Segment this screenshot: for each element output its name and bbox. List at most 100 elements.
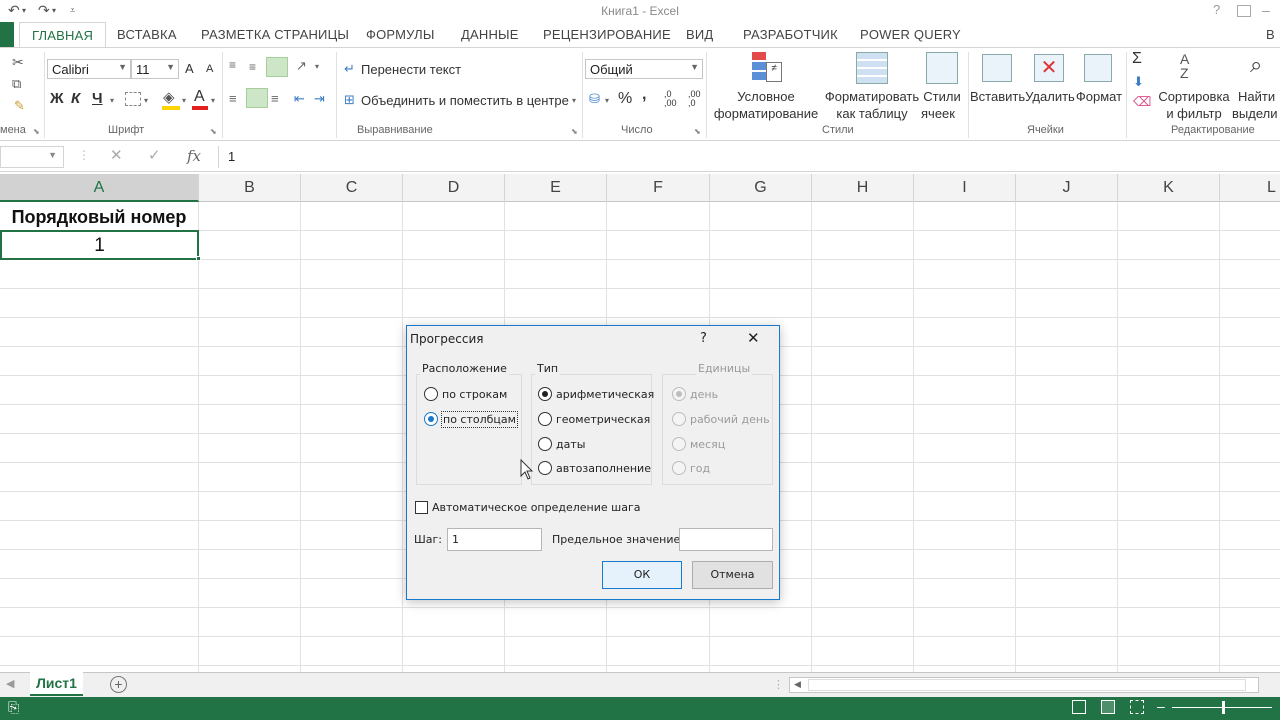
column-header-k[interactable]: K: [1118, 174, 1220, 202]
copy-icon[interactable]: ⧉: [12, 76, 21, 92]
clear-icon[interactable]: ⌫: [1133, 94, 1151, 110]
underline-button[interactable]: Ч: [92, 90, 103, 107]
sort-filter-label-2[interactable]: и фильтр: [1154, 105, 1234, 122]
tab-view[interactable]: ВИД: [686, 27, 713, 42]
conditional-format-label-1[interactable]: Условное: [708, 88, 824, 105]
geometric-label[interactable]: геометрическая: [556, 413, 650, 426]
ok-button[interactable]: ОК: [602, 561, 682, 589]
wrap-text-icon[interactable]: ↵: [344, 61, 355, 77]
auto-step-checkbox[interactable]: [415, 501, 428, 514]
font-launcher-icon[interactable]: ⬊: [210, 127, 217, 136]
decrease-decimal-button[interactable]: ,00 ,0: [688, 90, 708, 108]
bold-button[interactable]: Ж: [50, 90, 64, 107]
chevron-down-icon[interactable]: ▾: [110, 96, 114, 105]
format-cells-button[interactable]: Формат: [1074, 88, 1124, 105]
font-size-combo[interactable]: 11 ▼: [131, 59, 179, 79]
tab-insert[interactable]: ВСТАВКА: [117, 27, 177, 42]
stop-value-input[interactable]: [679, 528, 773, 551]
align-bottom-icon[interactable]: [266, 57, 288, 77]
cell-styles-label-1[interactable]: Стили: [920, 88, 964, 105]
year-radio[interactable]: [672, 461, 686, 475]
dialog-close-button[interactable]: ✕: [747, 329, 760, 347]
by-columns-label[interactable]: по столбцам: [441, 411, 518, 428]
italic-button[interactable]: К: [71, 90, 80, 107]
scrollbar-thumb[interactable]: [808, 679, 1246, 691]
help-button[interactable]: ?: [1213, 2, 1220, 17]
chevron-down-icon[interactable]: ▾: [605, 96, 609, 105]
percent-button[interactable]: %: [618, 90, 632, 108]
chevron-down-icon[interactable]: ▾: [572, 96, 576, 105]
fill-icon[interactable]: ⬇: [1133, 74, 1144, 90]
ribbon-display-icon[interactable]: [1237, 5, 1251, 17]
align-right-icon[interactable]: ≡: [271, 91, 279, 106]
month-label[interactable]: месяц: [690, 438, 725, 451]
currency-icon[interactable]: ⛁: [589, 91, 600, 107]
decrease-indent-icon[interactable]: ⇤: [294, 91, 305, 107]
zoom-out-icon[interactable]: –: [1157, 698, 1165, 714]
column-header-d[interactable]: D: [403, 174, 505, 202]
step-input[interactable]: 1: [447, 528, 542, 551]
by-columns-radio[interactable]: [424, 412, 438, 426]
chevron-down-icon[interactable]: ▾: [182, 96, 186, 105]
tab-data[interactable]: ДАННЫЕ: [461, 27, 519, 42]
cell-a2-selected[interactable]: 1: [0, 230, 199, 260]
column-header-a[interactable]: A: [0, 174, 199, 202]
tab-power-query[interactable]: POWER QUERY: [860, 27, 961, 42]
year-label[interactable]: год: [690, 462, 710, 475]
file-tab[interactable]: [0, 22, 14, 48]
number-format-combo[interactable]: Общий ▼: [585, 59, 703, 79]
dates-radio[interactable]: [538, 437, 552, 451]
sort-filter-label-1[interactable]: Сортировка: [1154, 88, 1234, 105]
geometric-radio[interactable]: [538, 412, 552, 426]
conditional-format-icon[interactable]: ≠: [752, 52, 782, 84]
macro-record-icon[interactable]: ⎘: [8, 699, 19, 716]
arithmetic-label[interactable]: арифметическая: [556, 388, 654, 401]
column-header-c[interactable]: C: [301, 174, 403, 202]
cancel-button[interactable]: Отмена: [692, 561, 773, 589]
cell-a1[interactable]: Порядковый номер: [0, 202, 198, 230]
insert-function-button[interactable]: fx: [187, 147, 201, 165]
day-label[interactable]: день: [690, 388, 718, 401]
delete-cells-button[interactable]: Удалить: [1024, 88, 1076, 105]
tab-home[interactable]: ГЛАВНАЯ: [19, 22, 107, 48]
format-as-table-label-1[interactable]: Форматировать: [822, 88, 922, 105]
chevron-down-icon[interactable]: ▾: [315, 62, 319, 71]
normal-view-icon[interactable]: [1072, 700, 1086, 714]
tab-formulas[interactable]: ФОРМУЛЫ: [366, 27, 435, 42]
orientation-icon[interactable]: ↗: [296, 58, 307, 74]
column-header-l[interactable]: L: [1220, 174, 1280, 202]
format-as-table-icon[interactable]: [856, 52, 888, 84]
tab-developer[interactable]: РАЗРАБОТЧИК: [743, 27, 838, 42]
merge-center-button[interactable]: Объединить и поместить в центре: [361, 93, 569, 108]
format-painter-icon[interactable]: ✎: [14, 98, 25, 114]
column-header-b[interactable]: B: [199, 174, 301, 202]
workday-label[interactable]: рабочий день: [690, 413, 770, 426]
add-sheet-button[interactable]: +: [110, 676, 127, 693]
horizontal-scrollbar[interactable]: ◀: [789, 677, 1259, 693]
font-name-combo[interactable]: Calibri ▼: [47, 59, 131, 79]
chevron-down-icon[interactable]: ▾: [144, 96, 148, 105]
insert-cells-icon[interactable]: [982, 54, 1012, 82]
by-rows-label[interactable]: по строкам: [442, 388, 507, 401]
column-header-f[interactable]: F: [607, 174, 710, 202]
column-header-h[interactable]: H: [812, 174, 914, 202]
auto-step-label[interactable]: Автоматическое определение шага: [432, 501, 640, 514]
sheet-tab-active[interactable]: Лист1: [30, 672, 83, 696]
name-box[interactable]: ▼: [0, 146, 64, 168]
align-center-icon[interactable]: [246, 88, 268, 108]
dialog-help-button[interactable]: ?: [700, 331, 707, 346]
sort-filter-icon[interactable]: AZ: [1180, 52, 1189, 80]
find-select-icon[interactable]: ⌕: [1250, 52, 1262, 78]
alignment-launcher-icon[interactable]: ⬊: [571, 127, 578, 136]
insert-cells-button[interactable]: Вставить: [970, 88, 1025, 105]
clipboard-launcher-icon[interactable]: ⬊: [33, 127, 40, 136]
increase-indent-icon[interactable]: ⇥: [314, 91, 325, 107]
prev-sheet-icon[interactable]: ◀: [6, 677, 14, 690]
autosum-button[interactable]: Σ: [1132, 50, 1142, 68]
borders-icon[interactable]: [125, 92, 141, 106]
fill-color-icon[interactable]: ◈: [163, 88, 175, 106]
comma-button[interactable]: ,: [642, 86, 646, 104]
wrap-text-button[interactable]: Перенести текст: [361, 62, 461, 77]
zoom-slider-handle[interactable]: [1222, 701, 1225, 714]
tab-review[interactable]: РЕЦЕНЗИРОВАНИЕ: [543, 27, 671, 42]
